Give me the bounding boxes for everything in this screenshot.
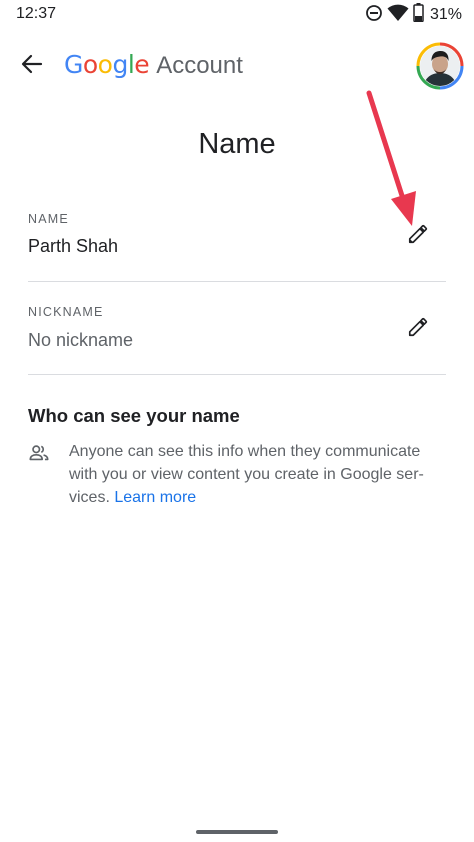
brand-letter: g	[112, 50, 128, 79]
avatar-photo	[420, 46, 460, 86]
status-bar: 12:37 31%	[0, 0, 474, 30]
google-account-logo: Google Account	[64, 49, 243, 80]
brand-letter: e	[134, 50, 150, 79]
nickname-value: No nickname	[28, 330, 134, 350]
pencil-icon	[407, 223, 429, 250]
nickname-label: NICKNAME	[28, 305, 104, 319]
google-wordmark: Google	[64, 49, 150, 80]
name-field[interactable]: NAME Parth Shah	[28, 200, 446, 294]
brand-account-label: Account	[156, 52, 243, 79]
back-arrow-icon	[21, 54, 43, 79]
divider	[28, 374, 446, 375]
visibility-heading: Who can see your name	[28, 405, 240, 426]
brand-letter: o	[97, 50, 113, 79]
learn-more-link[interactable]: Learn more	[114, 489, 196, 506]
back-button[interactable]	[14, 50, 50, 82]
divider	[28, 281, 446, 282]
wifi-icon	[387, 4, 409, 27]
account-avatar[interactable]	[416, 42, 464, 90]
page-title: Name	[198, 128, 276, 160]
brand-letter: G	[64, 50, 83, 79]
visibility-description: Anyone can see this info when they commu…	[69, 440, 447, 509]
app-bar: Google Account	[0, 36, 474, 96]
do-not-disturb-icon	[365, 4, 383, 27]
people-icon	[28, 442, 50, 464]
edit-nickname-button[interactable]	[400, 311, 436, 347]
edit-name-button[interactable]	[400, 218, 436, 254]
name-value: Parth Shah	[28, 236, 119, 256]
status-icons: 31%	[365, 3, 462, 27]
gesture-nav-handle[interactable]	[196, 830, 278, 834]
battery-percent: 31%	[429, 6, 462, 23]
pencil-icon	[407, 316, 429, 343]
battery-icon	[413, 3, 424, 27]
brand-letter: o	[82, 50, 98, 79]
status-time: 12:37	[16, 5, 57, 22]
name-label: NAME	[28, 212, 69, 226]
